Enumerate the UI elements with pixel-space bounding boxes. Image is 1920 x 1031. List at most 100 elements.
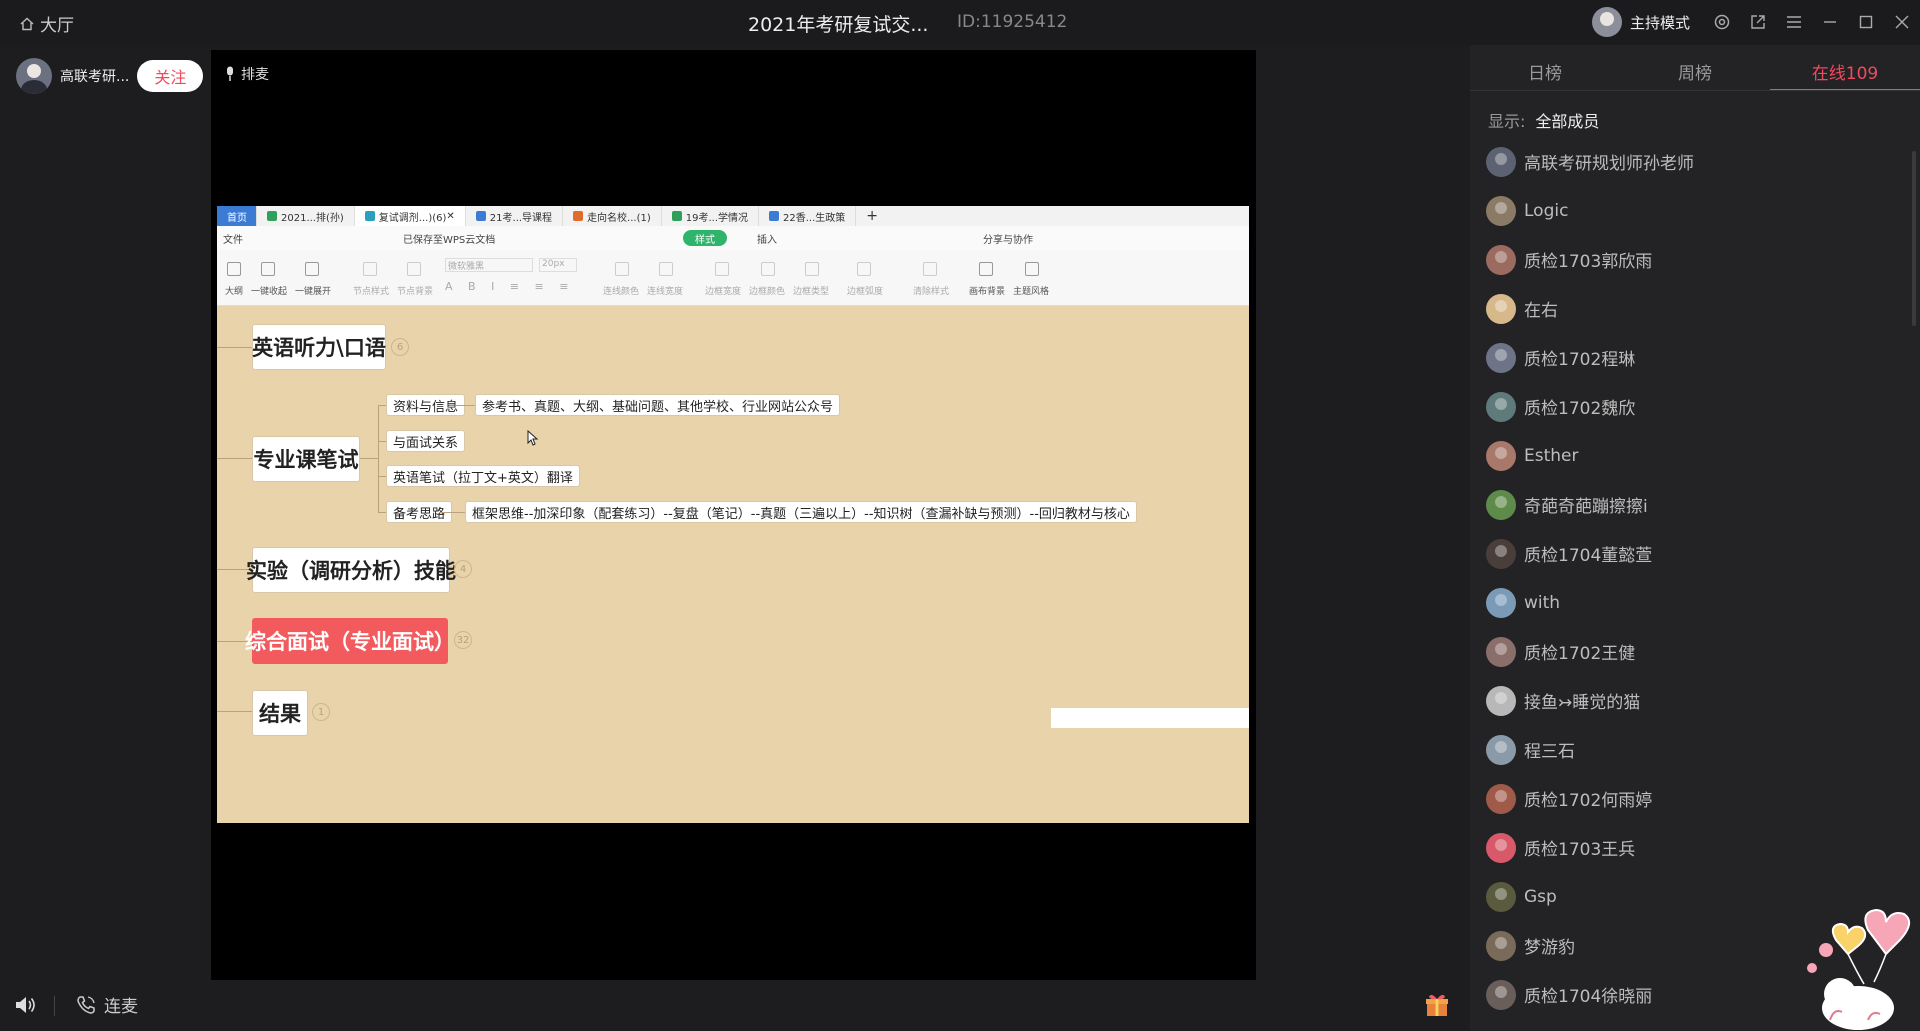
member-name: 质检1702程琳 [1524, 350, 1636, 370]
member-avatar[interactable] [1486, 930, 1516, 961]
member-row[interactable]: 质检1702何雨婷 [1486, 774, 1896, 823]
gift-icon[interactable] [1424, 992, 1450, 1018]
member-row[interactable]: 奇葩奇葩蹦擦擦i [1486, 480, 1896, 529]
outline-icon[interactable] [227, 262, 241, 276]
minimize-icon[interactable] [1812, 6, 1848, 38]
expand-icon[interactable] [305, 262, 319, 276]
follow-button[interactable]: 关注 [137, 60, 204, 92]
member-avatar[interactable] [1486, 832, 1516, 863]
member-avatar[interactable] [1486, 489, 1516, 520]
member-row[interactable]: 质检1702魏欣 [1486, 382, 1896, 431]
node-style-icon[interactable] [363, 262, 377, 276]
tab-weekly[interactable]: 周榜 [1620, 51, 1770, 91]
mindmap-subnode[interactable]: 资料与信息 [386, 394, 466, 416]
wps-tab-active[interactable]: 复试调剂...)(6) ✕ [354, 206, 466, 226]
member-avatar[interactable] [1486, 979, 1516, 1010]
member-list-scrollbar[interactable] [1912, 151, 1916, 326]
theme-icon[interactable] [1025, 262, 1039, 276]
recording-toolbar[interactable] [1051, 708, 1249, 728]
wps-tab[interactable]: 19考...学情况 [662, 206, 760, 226]
member-avatar[interactable] [1486, 195, 1516, 226]
member-row[interactable]: with [1486, 578, 1896, 627]
wps-tab[interactable]: 21考...导课程 [466, 206, 564, 226]
host-avatar[interactable] [1591, 7, 1622, 37]
member-row[interactable]: Logic [1486, 186, 1896, 235]
member-row[interactable]: 在右 [1486, 284, 1896, 333]
member-avatar[interactable] [1486, 342, 1516, 373]
clear-style-icon[interactable] [923, 262, 937, 276]
lianmai-button[interactable]: 连麦 [76, 992, 138, 1017]
member-avatar[interactable] [1486, 636, 1516, 667]
member-avatar[interactable] [1486, 538, 1516, 569]
member-avatar[interactable] [1486, 293, 1516, 324]
tab-daily[interactable]: 日榜 [1470, 51, 1620, 91]
text-format-buttons[interactable]: A B I ≡ ≡ ≡ [445, 280, 574, 293]
share-button[interactable]: 分享与协作 [983, 231, 1033, 246]
mindmap-detail-node[interactable]: 参考书、真题、大纲、基础问题、其他学校、行业网站公众号 [475, 394, 841, 416]
member-row[interactable]: 高联考研规划师孙老师 [1486, 137, 1896, 186]
line-width-icon[interactable] [659, 262, 673, 276]
member-avatar[interactable] [1486, 391, 1516, 422]
member-row[interactable]: 质检1703郭欣雨 [1486, 235, 1896, 284]
member-avatar[interactable] [1486, 783, 1516, 814]
home-button[interactable]: 大厅 [20, 11, 74, 36]
mindmap-subnode[interactable]: 英语笔试（拉丁文+英文）翻译 [386, 465, 580, 487]
member-row[interactable]: 质检1703王兵 [1486, 823, 1896, 872]
settings-icon[interactable] [1704, 6, 1740, 38]
member-row[interactable]: 质检1702程琳 [1486, 333, 1896, 382]
mic-queue-button[interactable]: 排麦 [225, 64, 269, 84]
member-avatar[interactable] [1486, 146, 1516, 177]
font-select[interactable]: 微软雅黑 [445, 258, 533, 272]
member-avatar[interactable] [1486, 440, 1516, 471]
volume-icon[interactable] [14, 994, 38, 1016]
mindmap-subnode[interactable]: 与面试关系 [386, 430, 466, 452]
member-avatar[interactable] [1486, 587, 1516, 618]
new-tab-button[interactable]: + [856, 206, 888, 226]
member-avatar[interactable] [1486, 734, 1516, 765]
collapse-count-badge[interactable]: 1 [312, 703, 330, 721]
mindmap-node-major-written[interactable]: 专业课笔试 [252, 436, 360, 482]
tab-online[interactable]: 在线109 [1770, 51, 1920, 91]
wps-tab[interactable]: 22香...生政策 [759, 206, 857, 226]
collapse-label: 一键收起 [251, 287, 288, 297]
file-menu[interactable]: 文件 [223, 231, 243, 246]
insert-tab[interactable]: 插入 [757, 231, 777, 246]
border-type-icon[interactable] [805, 262, 819, 276]
line-color-icon[interactable] [615, 262, 629, 276]
canvas-bg-icon[interactable] [979, 262, 993, 276]
member-avatar[interactable] [1486, 244, 1516, 275]
mindmap-node-result[interactable]: 结果 [252, 690, 308, 736]
font-size-select[interactable]: 20px [539, 258, 577, 272]
display-filter[interactable]: 显示: 全部成员 [1488, 108, 1599, 132]
collapse-count-badge[interactable]: 4 [454, 560, 472, 578]
host-mode-label[interactable]: 主持模式 [1630, 12, 1690, 33]
wps-tab[interactable]: 2021...排(孙) [257, 206, 355, 226]
mindmap-node-experiment[interactable]: 实验（调研分析）技能 [246, 547, 456, 593]
style-tab[interactable]: 样式 [683, 230, 727, 246]
wps-tab-home[interactable]: 首页 [217, 206, 257, 226]
sheet-icon [267, 211, 277, 221]
member-row[interactable]: Esther [1486, 431, 1896, 480]
member-avatar[interactable] [1486, 881, 1516, 912]
collapse-icon[interactable] [261, 262, 275, 276]
collapse-count-badge[interactable]: 32 [454, 631, 472, 649]
mindmap-node-english[interactable]: 英语听力\口语 [252, 324, 386, 370]
member-row[interactable]: 质检1702王健 [1486, 627, 1896, 676]
menu-icon[interactable] [1776, 6, 1812, 38]
member-row[interactable]: 程三石 [1486, 725, 1896, 774]
presenter-avatar[interactable] [16, 58, 52, 94]
collapse-count-badge[interactable]: 6 [391, 338, 409, 356]
member-row[interactable]: 质检1704董懿萱 [1486, 529, 1896, 578]
member-avatar[interactable] [1486, 685, 1516, 716]
border-color-icon[interactable] [761, 262, 775, 276]
close-icon[interactable] [1884, 6, 1920, 38]
mindmap-detail-node[interactable]: 框架思维--加深印象（配套练习）--复盘（笔记）--真题（三遍以上）--知识树（… [465, 501, 1137, 523]
border-radius-icon[interactable] [857, 262, 871, 276]
node-bg-icon[interactable] [407, 262, 421, 276]
mindmap-node-interview[interactable]: 综合面试（专业面试） [245, 618, 455, 664]
popout-icon[interactable] [1740, 6, 1776, 38]
border-width-icon[interactable] [715, 262, 729, 276]
wps-tab[interactable]: 走向名校...(1) [563, 206, 662, 226]
member-row[interactable]: 接鱼↣睡觉的猫 [1486, 676, 1896, 725]
maximize-icon[interactable] [1848, 6, 1884, 38]
